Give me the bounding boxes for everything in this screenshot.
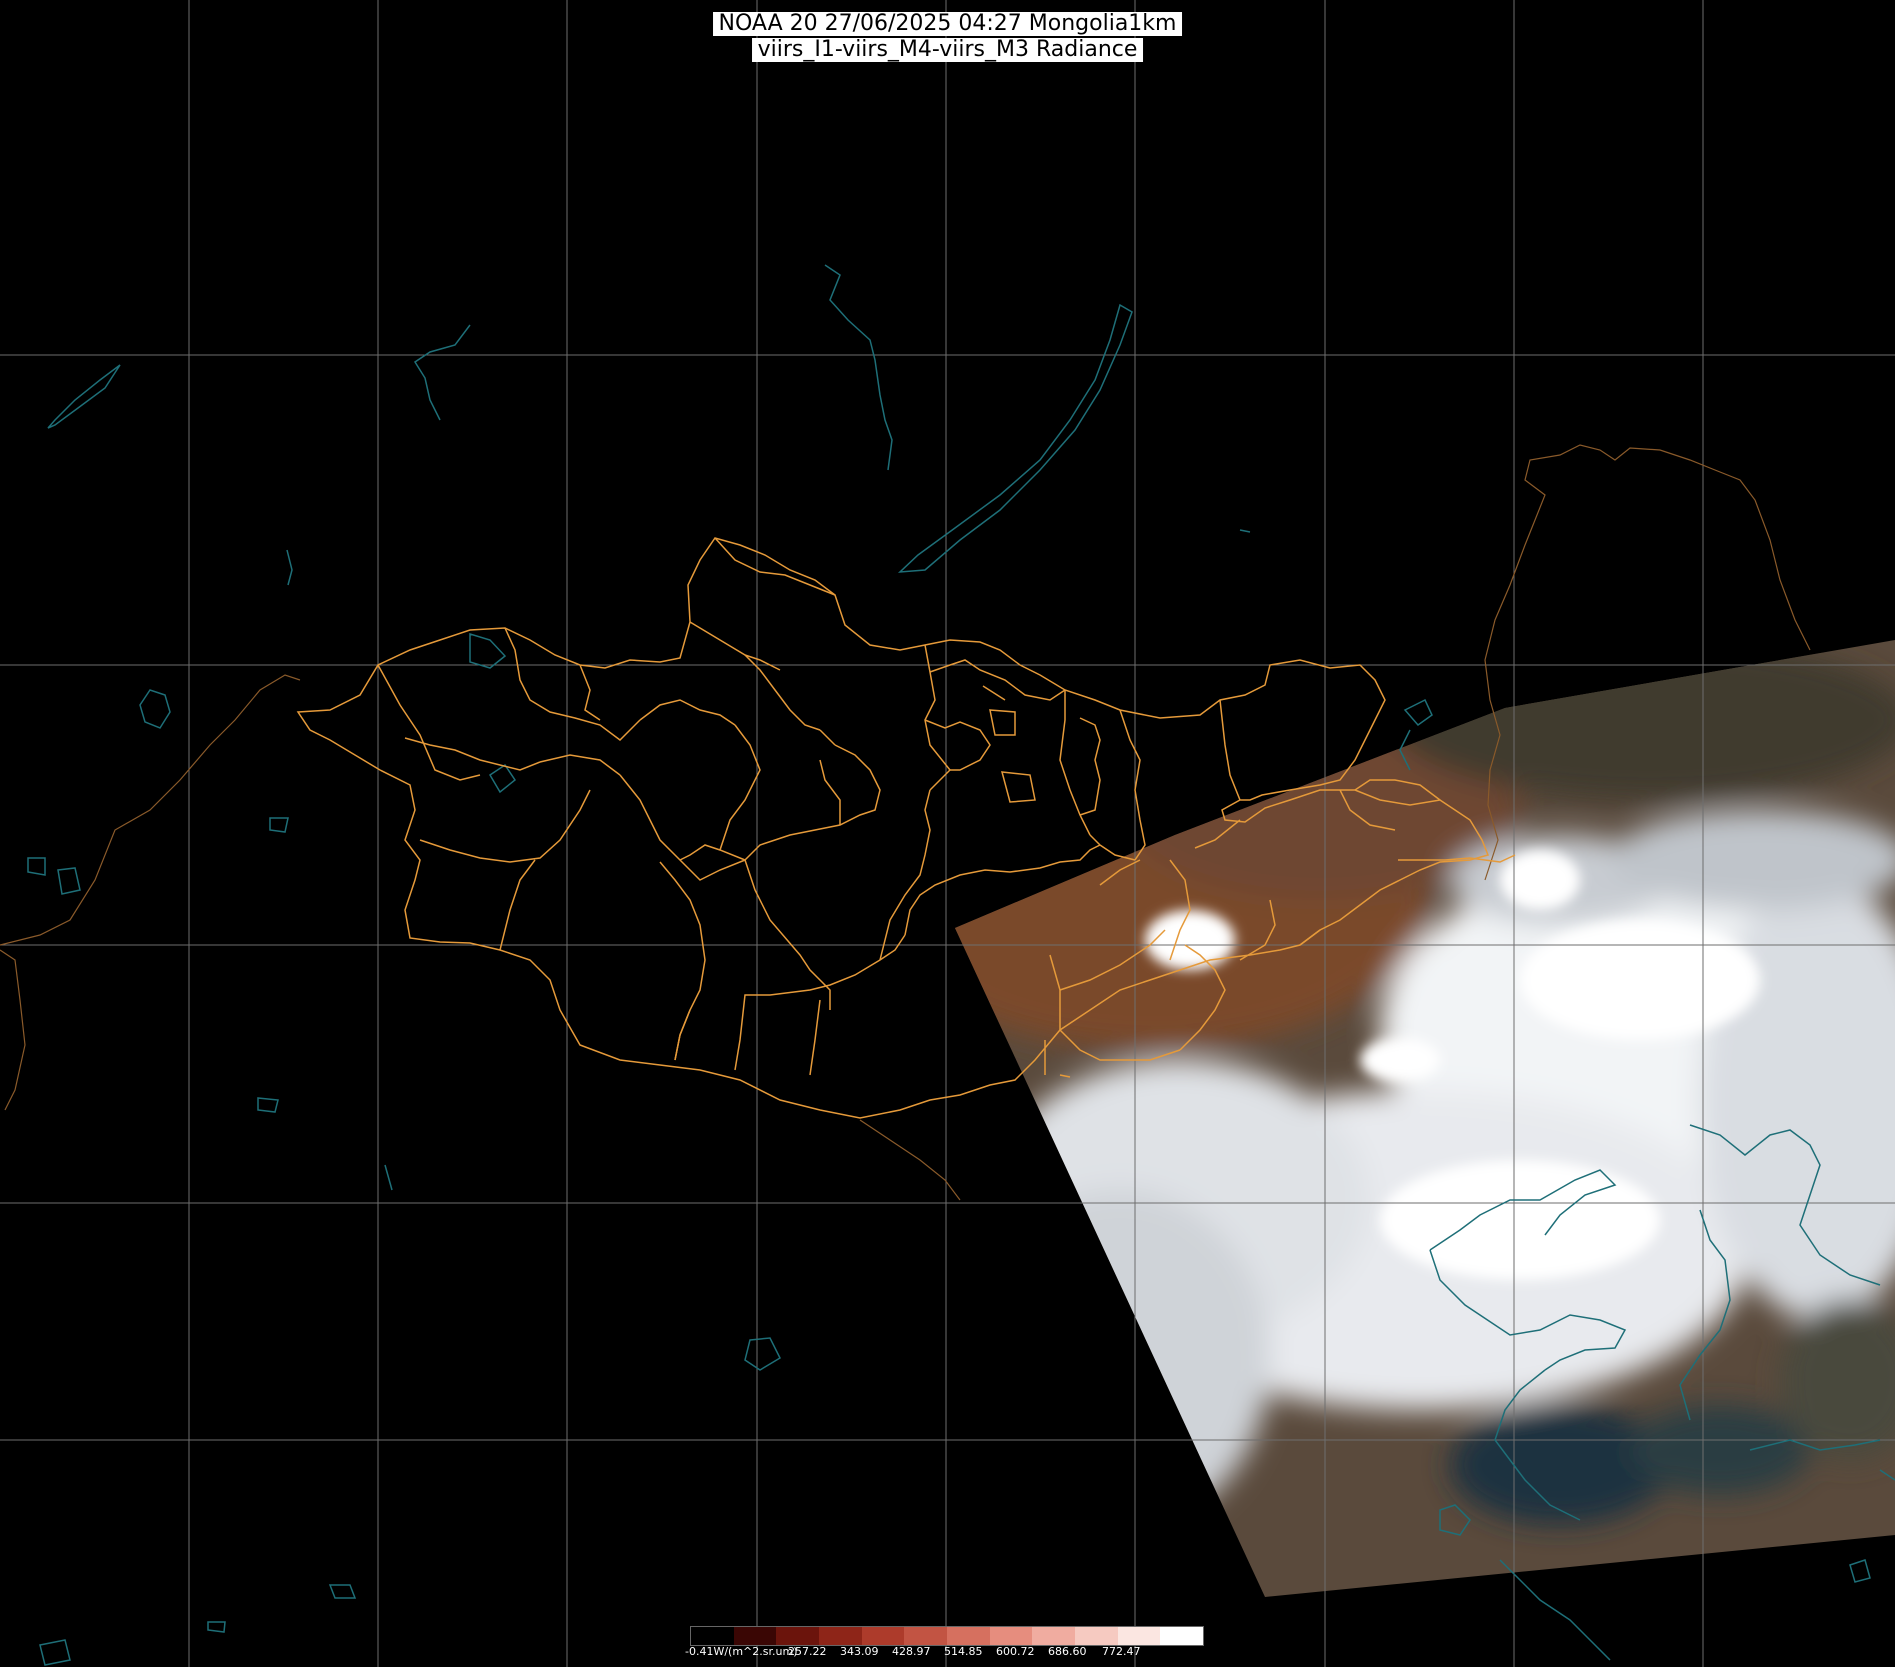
colorbar-tick-label: 343.09 (840, 1645, 879, 1658)
colorbar-tick-label: 686.60 (1048, 1645, 1087, 1658)
satellite-map (0, 0, 1895, 1667)
colorbar-tick-label: 600.72 (996, 1645, 1035, 1658)
colorbar-segment (691, 1627, 734, 1645)
colorbar-segment (1117, 1627, 1161, 1645)
colorbar-tick-label: -0.41W/(m^2.sr.um) (685, 1645, 798, 1658)
colorbar-tick-label: 514.85 (944, 1645, 983, 1658)
colorbar-labels: -0.41W/(m^2.sr.um) 257.22 343.09 428.97 514.… (685, 1645, 1205, 1661)
title-satellite-info: NOAA 20 27/06/2025 04:27 Mongolia1km (712, 12, 1183, 36)
swath-sea-area (1630, 1405, 1810, 1495)
swath-cloud (1520, 920, 1760, 1040)
colorbar-tick-label: 772.47 (1102, 1645, 1141, 1658)
colorbar-tick-label: 428.97 (892, 1645, 931, 1658)
swath-cloud (1360, 1038, 1440, 1082)
colorbar-segment (819, 1627, 862, 1645)
colorbar (690, 1626, 1204, 1646)
colorbar-segment (989, 1627, 1033, 1645)
map-title: NOAA 20 27/06/2025 04:27 Mongolia1km vii… (712, 12, 1183, 62)
colorbar-segment (776, 1627, 820, 1645)
swath-cloud (1380, 1160, 1660, 1280)
colorbar-segment (1032, 1627, 1076, 1645)
colorbar-segment (904, 1627, 948, 1645)
swath-cloud (1500, 850, 1580, 910)
title-product-info: viirs_I1-viirs_M4-viirs_M3 Radiance (751, 38, 1144, 62)
colorbar-segment (733, 1627, 777, 1645)
colorbar-segment (1160, 1627, 1204, 1645)
colorbar-tick-label: 257.22 (788, 1645, 827, 1658)
colorbar-segment (861, 1627, 905, 1645)
colorbar-segment (947, 1627, 990, 1645)
swath-cloud (1145, 910, 1235, 970)
colorbar-segment (1075, 1627, 1118, 1645)
